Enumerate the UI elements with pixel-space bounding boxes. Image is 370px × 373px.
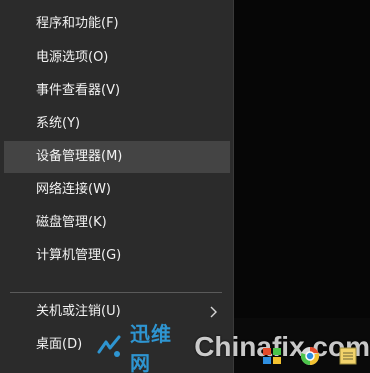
menu-item-shutdown-signout[interactable]: 关机或注销(U) xyxy=(4,296,230,328)
menu-item-label: 计算机管理(G) xyxy=(36,248,122,263)
menu-item-power-options[interactable]: 电源选项(O) xyxy=(4,42,230,74)
menu-item-label: 设备管理器(M) xyxy=(36,149,123,164)
menu-item-network-connections[interactable]: 网络连接(W) xyxy=(4,174,230,206)
menu-item-label: 网络连接(W) xyxy=(36,182,111,197)
menu-item-disk-management[interactable]: 磁盘管理(K) xyxy=(4,207,230,239)
menu-item-label: 磁盘管理(K) xyxy=(36,215,107,230)
system-tray xyxy=(262,346,358,366)
tray-icon-windows-flag[interactable] xyxy=(262,346,282,366)
watermark-text-cn: 迅维网 xyxy=(130,322,172,373)
tray-icon-notes[interactable] xyxy=(338,346,358,366)
menu-separator xyxy=(10,292,222,293)
watermark-logo-icon xyxy=(96,334,122,360)
menu-item-label: 电源选项(O) xyxy=(36,50,109,65)
menu-item-system[interactable]: 系统(Y) xyxy=(4,108,230,140)
menu-item-device-manager[interactable]: 设备管理器(M) xyxy=(4,141,230,173)
menu-item-label: 程序和功能(F) xyxy=(36,16,119,31)
menu-item-label: 事件查看器(V) xyxy=(36,83,121,98)
menu-item-event-viewer[interactable]: 事件查看器(V) xyxy=(4,75,230,107)
menu-item-programs-features[interactable]: 程序和功能(F) xyxy=(4,8,230,40)
menu-item-label: 桌面(D) xyxy=(36,337,83,352)
winx-context-menu: 程序和功能(F) 电源选项(O) 事件查看器(V) 系统(Y) 设备管理器(M)… xyxy=(0,0,234,373)
menu-item-label: 系统(Y) xyxy=(36,116,81,131)
desktop-screen: 程序和功能(F) 电源选项(O) 事件查看器(V) 系统(Y) 设备管理器(M)… xyxy=(0,0,370,373)
tray-icon-chrome[interactable] xyxy=(300,346,320,366)
menu-item-computer-management[interactable]: 计算机管理(G) xyxy=(4,240,230,272)
chevron-right-icon xyxy=(208,296,220,328)
menu-item-label: 关机或注销(U) xyxy=(36,304,121,319)
